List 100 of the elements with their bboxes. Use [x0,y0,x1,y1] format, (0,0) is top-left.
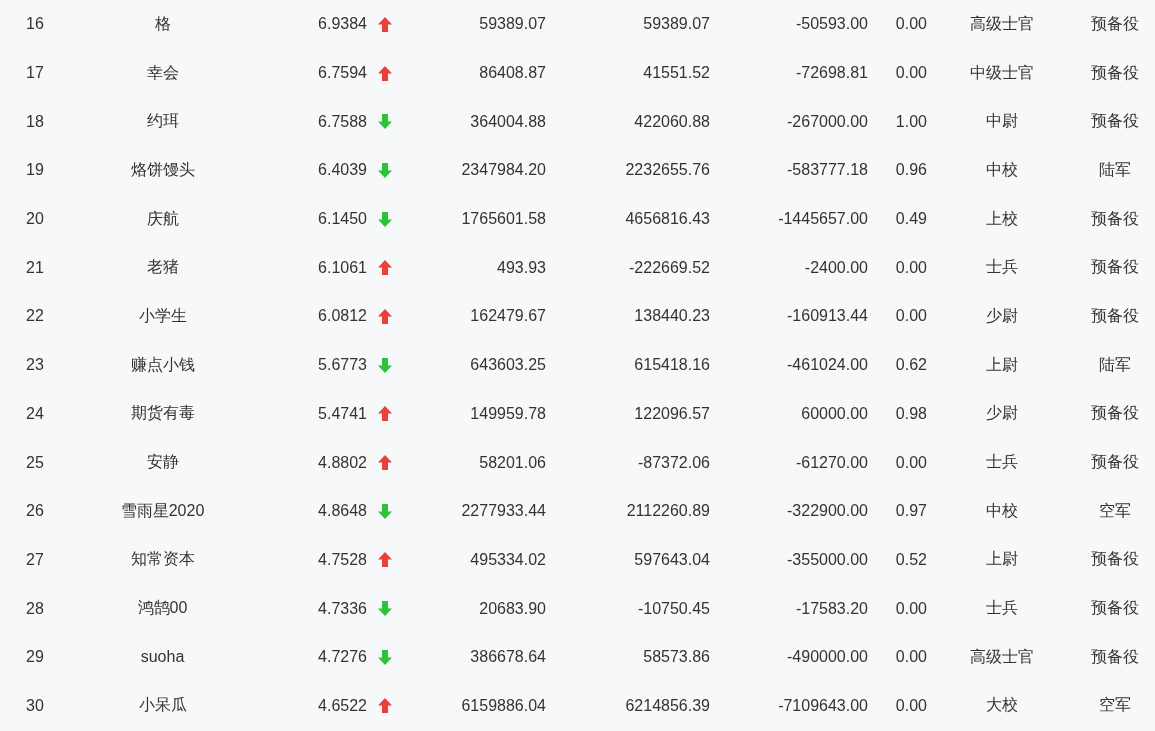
table-cell-text: 25 [25,452,45,473]
table-cell-text: -50593.00 [794,14,869,35]
table-cell-text: 少尉 [985,403,1019,424]
table-cell-text: 大校 [985,695,1019,716]
table-cell-text: -7109643.00 [777,695,869,716]
table-cell: 6.1450 [318,210,367,229]
table-cell-text: 2347984.20 [460,160,547,181]
table-cell-text: 27 [25,549,45,570]
table-cell-text: -10750.45 [636,598,711,619]
table-cell-text: 小呆瓜 [137,695,188,716]
table-cell: 6.7588 [318,112,367,131]
table-cell-text: 17 [25,63,45,84]
table-cell-text: 鸿鹄00 [136,598,189,619]
table-cell-text: 149959.78 [469,403,547,424]
table-cell-text: 21 [25,257,45,278]
table-cell-text: 0.00 [894,63,928,84]
table-cell-text: 1.00 [894,111,928,132]
table-cell-text: -17583.20 [794,598,869,619]
table-cell-text: 0.00 [894,647,928,668]
table-cell: 6.1061 [318,258,367,277]
table-cell-text: 预备役 [1090,62,1140,83]
table-cell: 6.4039 [318,161,367,180]
table-cell: 4.7336 [318,599,367,618]
table-cell-text: -222669.52 [628,257,711,278]
table-cell-text: 上尉 [985,354,1019,375]
table-cell-text: 庆航 [145,208,180,229]
table-cell-text: 18 [25,111,45,132]
table-cell-text: -322900.00 [786,501,869,522]
table-cell-text: 中级士官 [969,62,1035,83]
table-cell-text: 6214856.39 [624,695,711,716]
table-cell-text: 0.52 [894,549,928,570]
table-cell: 4.8648 [318,502,367,521]
table-cell-text: 高级士官 [969,13,1035,34]
table-cell-text: 58573.86 [642,647,711,668]
table-cell-text: 0.49 [894,209,928,230]
table-cell-text: 422060.88 [633,111,711,132]
table-cell-text: 预备役 [1090,403,1140,424]
table-cell-text: 小学生 [137,305,188,326]
table-cell-text: 中尉 [985,111,1019,132]
table-cell-text: 少尉 [985,305,1019,326]
table-cell-text: 59389.07 [478,14,547,35]
table-cell-text: 期货有毒 [129,403,196,424]
table-cell-text: -61270.00 [794,452,869,473]
table-cell: 6.7594 [318,64,367,83]
table-cell-text: 138440.23 [633,306,711,327]
table-cell: 5.4741 [318,404,367,423]
table-cell-text: 364004.88 [469,111,547,132]
table-cell-text: 615418.16 [633,355,711,376]
table-cell-text: 41551.52 [642,63,711,84]
table-cell-text: 赚点小钱 [129,354,196,375]
table-cell: 4.7528 [318,550,367,569]
table-cell-text: 29 [25,647,45,668]
table-cell-text: -490000.00 [786,647,869,668]
table-cell-text: 上尉 [985,549,1019,570]
table-cell-text: 162479.67 [469,306,547,327]
table-cell-text: 22 [25,306,45,327]
table-cell-text: 预备役 [1090,208,1140,229]
table-cell-text: 1765601.58 [460,209,547,230]
table-cell-text: 58201.06 [478,452,547,473]
table-cell-text: 预备役 [1090,646,1140,667]
table-cell-text: 4656816.43 [624,209,711,230]
table-cell-text: 上校 [985,208,1019,229]
table-cell-text: -355000.00 [786,549,869,570]
table-cell-text: 0.00 [894,14,928,35]
table-cell-text: suoha [139,647,186,668]
table-cell: 5.6773 [318,356,367,375]
table-cell: 4.8802 [318,453,367,472]
table-cell-text: 2112260.89 [625,501,711,522]
table-cell-text: -583777.18 [786,160,869,181]
table-cell-text: 386678.64 [469,647,547,668]
table-cell-text: 士兵 [985,257,1019,278]
table-cell-text: -461024.00 [786,355,869,376]
table-cell-text: 2232655.76 [624,160,711,181]
table-cell-text: 预备役 [1090,452,1140,473]
table-cell-text: 60000.00 [800,403,869,424]
table-cell: 4.7276 [318,648,367,667]
table-cell-text: 6159886.04 [460,695,547,716]
table-cell-text: 0.00 [894,695,928,716]
table-cell-text: -1445657.00 [777,209,869,230]
table-cell-text: 士兵 [985,452,1019,473]
table-cell-text: 士兵 [985,598,1019,619]
table-cell-text: 28 [25,598,45,619]
table-cell-text: 23 [25,355,45,376]
table-cell-text: -2400.00 [803,257,869,278]
table-cell-text: 26 [25,501,45,522]
table-cell-text: -87372.06 [636,452,711,473]
table-cell-text: 19 [25,160,45,181]
table-cell-text: 预备役 [1090,257,1140,278]
table-cell: 6.0812 [318,307,367,326]
table-cell-text: 烙饼馒头 [129,159,196,180]
table-cell-text: 495334.02 [469,549,547,570]
table-cell-text: 0.00 [894,452,928,473]
table-cell-text: -267000.00 [786,111,869,132]
table-cell-text: 空军 [1098,500,1132,521]
table-cell-text: 预备役 [1090,111,1140,132]
table-cell-text: 0.00 [894,306,928,327]
table-cell-text: 0.96 [894,160,928,181]
table-cell-text: 20683.90 [478,598,547,619]
table-cell-text: 预备役 [1090,305,1140,326]
table-cell-text: 陆军 [1098,354,1132,375]
